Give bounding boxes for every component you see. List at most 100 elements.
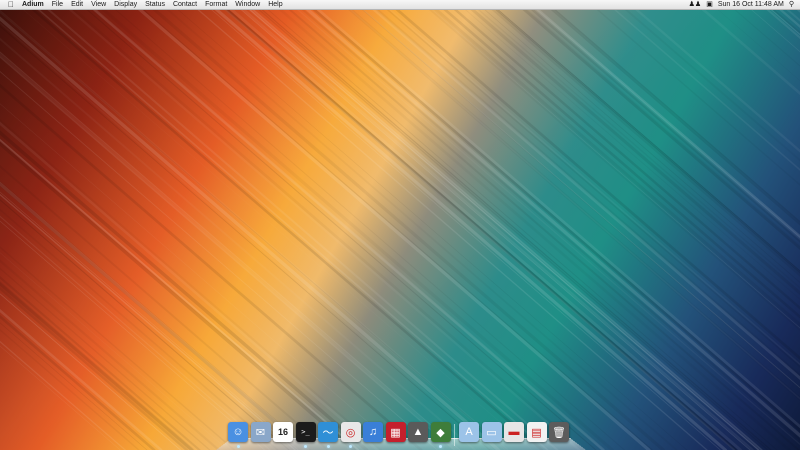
wallpaper-streak xyxy=(759,0,800,36)
wallpaper-streak xyxy=(92,0,612,450)
wallpaper-streak xyxy=(423,0,800,327)
downloads-stack-icon[interactable]: ▬ xyxy=(504,422,524,442)
wallpaper-streak xyxy=(511,0,800,251)
wallpaper-streak xyxy=(432,0,800,319)
menu-contact[interactable]: Contact xyxy=(169,0,201,10)
wallpaper-streak xyxy=(442,0,800,310)
wallpaper-streak xyxy=(522,0,800,241)
wallpaper-streak xyxy=(213,0,736,450)
applications-folder-icon[interactable]: A xyxy=(459,422,479,442)
spotlight-icon[interactable]: ⚲ xyxy=(789,0,794,10)
wallpaper-streak xyxy=(0,340,126,450)
wallpaper-streak xyxy=(295,0,800,438)
wallpaper-streak xyxy=(0,181,310,450)
wallpaper-streak xyxy=(420,0,800,329)
wallpaper-streak xyxy=(0,193,296,450)
wallpaper-streak xyxy=(624,0,800,153)
wallpaper-streak xyxy=(250,0,772,450)
app-menu-adium[interactable]: Adium xyxy=(18,0,48,10)
wallpaper-streaks xyxy=(0,0,800,450)
desktop[interactable]:  Adium File Edit View Display Status Co… xyxy=(0,0,800,450)
wallpaper-streak xyxy=(305,0,800,429)
dock-running-indicator xyxy=(439,445,442,448)
wallpaper-streak xyxy=(0,51,461,450)
wallpaper-streak xyxy=(775,0,800,22)
wallpaper-streak xyxy=(285,0,800,446)
wallpaper-streak xyxy=(0,130,369,450)
adium-duck-icon[interactable]: ◆ xyxy=(430,422,451,442)
wallpaper-streak xyxy=(0,308,163,450)
camera-icon[interactable]: ▣ xyxy=(706,0,713,10)
menu-view[interactable]: View xyxy=(87,0,110,10)
wallpaper-streak xyxy=(0,182,309,450)
wallpaper-streak xyxy=(0,53,459,450)
wallpaper-streak xyxy=(0,208,279,450)
wallpaper-streak xyxy=(706,0,800,82)
photo-booth-icon[interactable]: ▦ xyxy=(385,422,406,442)
wallpaper-streak xyxy=(220,0,740,450)
wallpaper-streak xyxy=(0,37,476,450)
terminal-icon[interactable]: >_ xyxy=(295,422,316,442)
menu-format[interactable]: Format xyxy=(201,0,231,10)
menu-file[interactable]: File xyxy=(48,0,67,10)
dock-running-indicator xyxy=(236,445,240,448)
menu-edit[interactable]: Edit xyxy=(67,0,87,10)
dock: ☺ ✉ 16 >_ 〜 ◎ ♫ ▦ ▲ ◆ A ▭ ▬ ▤ 🗑 xyxy=(216,420,586,450)
wallpaper-streak xyxy=(0,0,381,450)
chrome-icon[interactable]: ◎ xyxy=(340,422,361,442)
wallpaper-streak xyxy=(0,103,401,450)
itunes-icon[interactable]: ♫ xyxy=(363,422,383,442)
menu-clock[interactable]: Sun 16 Oct 11:48 AM xyxy=(718,0,784,10)
wallpaper-streak xyxy=(75,0,597,450)
menu-window[interactable]: Window xyxy=(231,0,264,10)
dock-running-indicator xyxy=(349,445,352,448)
wallpaper-streak xyxy=(0,56,455,450)
apple-icon[interactable]:  xyxy=(4,0,18,9)
wallpaper-streak xyxy=(0,191,299,450)
gray-app-icon[interactable]: ▲ xyxy=(408,422,428,442)
calendar-icon[interactable]: 16 xyxy=(273,422,293,442)
menu-display[interactable]: Display xyxy=(110,0,141,10)
document-stack-icon[interactable]: ▤ xyxy=(526,422,547,442)
users-icon[interactable]: ♟♟ xyxy=(689,0,702,10)
dock-running-indicator xyxy=(304,445,307,448)
wallpaper-streak xyxy=(690,0,800,96)
wallpaper-streak xyxy=(454,0,800,450)
wallpaper-streak xyxy=(0,138,360,450)
wallpaper-streak xyxy=(0,70,438,450)
wallpaper-streak xyxy=(0,199,290,450)
wallpaper-streak xyxy=(539,0,800,226)
wallpaper-streak xyxy=(521,0,800,241)
wallpaper-streak xyxy=(277,0,800,450)
wallpaper-streak xyxy=(459,0,800,296)
wallpaper-streak xyxy=(186,0,708,450)
wallpaper-streak xyxy=(486,0,800,272)
mail-icon[interactable]: ✉ xyxy=(250,422,271,442)
wallpaper-streak xyxy=(229,0,751,450)
menu-help[interactable]: Help xyxy=(264,0,286,10)
wallpaper-streak xyxy=(36,0,559,450)
wallpaper-streak xyxy=(615,0,800,450)
wallpaper-streak xyxy=(199,0,721,450)
menu-status[interactable]: Status xyxy=(141,0,169,10)
trash-icon[interactable]: 🗑 xyxy=(549,422,569,442)
wallpaper-streak xyxy=(0,282,194,450)
wallpaper-streak xyxy=(337,0,800,401)
wallpaper-streak xyxy=(12,0,532,450)
wallpaper-streak xyxy=(0,314,156,450)
wallpaper-streak xyxy=(375,0,800,368)
wallpaper-streak xyxy=(240,0,763,450)
wallpaper-streak xyxy=(0,141,356,450)
wallpaper-streak xyxy=(247,0,769,450)
menu-bar:  Adium File Edit View Display Status Co… xyxy=(0,0,800,10)
blue-wave-icon[interactable]: 〜 xyxy=(318,422,338,442)
wallpaper-streak xyxy=(467,0,800,450)
wallpaper-streak xyxy=(230,0,754,450)
wallpaper-streak xyxy=(786,0,800,13)
wallpaper-streak xyxy=(82,0,605,450)
wallpaper-streak xyxy=(0,16,501,450)
wallpaper-streak xyxy=(378,0,800,366)
wallpaper-streak xyxy=(351,0,800,389)
finder-icon[interactable]: ☺ xyxy=(228,422,248,442)
documents-folder-icon[interactable]: ▭ xyxy=(481,422,502,442)
